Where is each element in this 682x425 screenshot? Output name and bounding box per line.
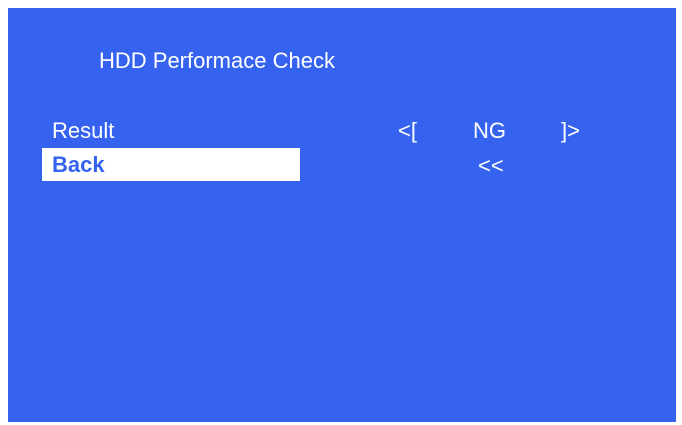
result-decrease-arrow[interactable]: <[ — [398, 114, 417, 147]
menu-item-label: Back — [52, 152, 105, 177]
page-title: HDD Performace Check — [99, 48, 335, 73]
result-value: NG — [473, 118, 506, 143]
menu-item-result[interactable]: Result — [42, 114, 300, 147]
osd-screen: HDD Performace Check Result Back <[ NG ]… — [8, 8, 676, 422]
menu-item-back[interactable]: Back — [42, 148, 300, 181]
result-increase-arrow[interactable]: ]> — [561, 114, 580, 147]
back-arrow[interactable]: << — [478, 149, 504, 182]
menu-item-label: Result — [52, 118, 115, 143]
